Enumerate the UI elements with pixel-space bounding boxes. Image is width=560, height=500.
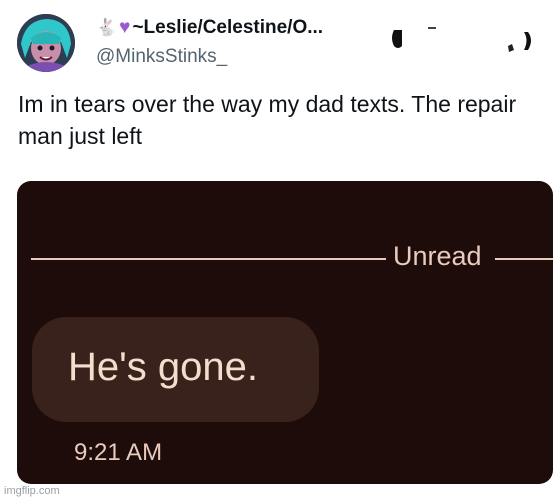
redacted-header-area — [388, 24, 538, 60]
watermark: imgflip.com — [4, 485, 60, 497]
message-text: He's gone. — [68, 345, 258, 389]
text-message-screenshot: Unread He's gone. 9:21 AM — [17, 181, 553, 484]
unread-divider-right — [495, 258, 553, 260]
unread-label: Unread — [393, 241, 482, 271]
unread-divider-left — [31, 258, 386, 260]
user-handle[interactable]: @MinksStinks_ — [96, 46, 227, 68]
avatar[interactable] — [17, 14, 75, 72]
display-name-row[interactable]: 🐇 ♥ ~Leslie/Celestine/O... — [96, 17, 323, 39]
display-name[interactable]: ~Leslie/Celestine/O... — [132, 17, 323, 39]
tweet-text: Im in tears over the way my dad texts. T… — [18, 91, 517, 149]
rabbit-icon: 🐇 — [96, 18, 118, 37]
message-timestamp: 9:21 AM — [74, 439, 163, 466]
message-bubble: He's gone. — [32, 317, 319, 422]
purple-heart-icon: ♥ — [119, 17, 131, 38]
